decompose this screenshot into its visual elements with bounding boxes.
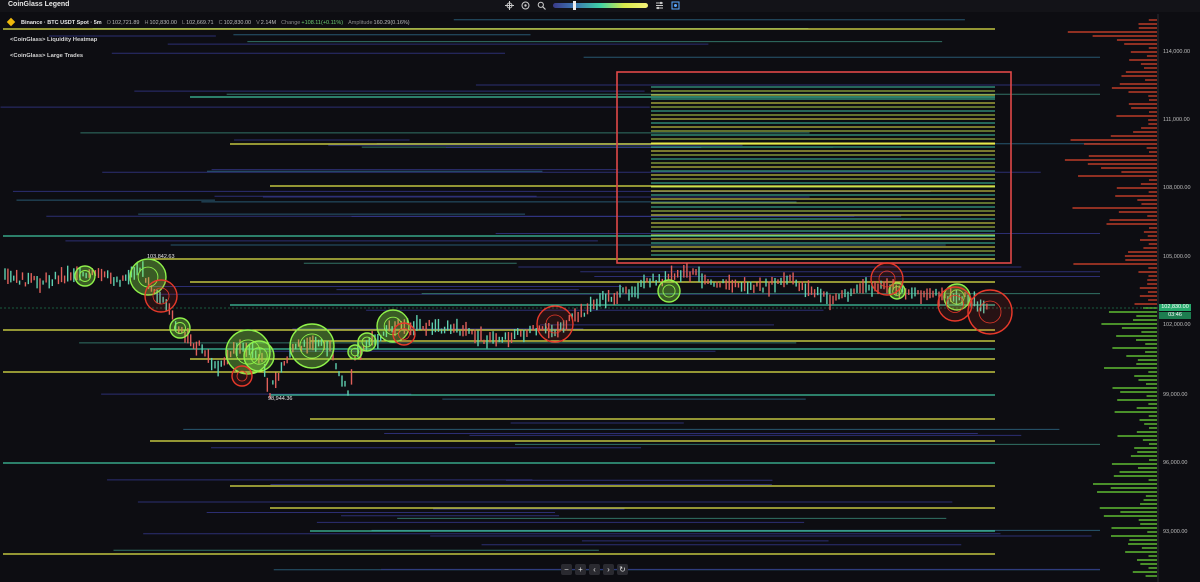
- legend-title: CoinGlass Legend: [8, 1, 70, 8]
- settings-icon[interactable]: [655, 1, 664, 10]
- large-sell-trade-bubble: [870, 262, 904, 296]
- close-value: 102,830.00: [223, 20, 252, 26]
- volume-label: V: [256, 20, 260, 26]
- close-label: C: [218, 20, 223, 26]
- price-axis-label: 108,000.00: [1163, 185, 1191, 191]
- amplitude-value: 160.29(0.16%): [373, 20, 410, 26]
- magnet-icon[interactable]: [521, 1, 530, 10]
- liquidity-heatmap-chart[interactable]: [0, 0, 1200, 582]
- large-sell-trade-bubble: [967, 289, 1013, 335]
- high-label: H: [144, 20, 149, 26]
- symbol-label: Binance · BTC USDT Spot · 5m: [21, 20, 102, 26]
- large-buy-trade-bubble: [243, 340, 275, 372]
- low-label: L: [182, 20, 186, 26]
- price-axis-label: 105,000.00: [1163, 254, 1191, 260]
- gradient-slider-knob[interactable]: [573, 1, 576, 10]
- change-value: +108.11(+0.11%): [301, 20, 344, 26]
- large-sell-trade-bubble: [144, 279, 178, 313]
- high-value: 102,830.00: [149, 20, 177, 26]
- large-buy-trade-bubble: [357, 332, 377, 352]
- large-buy-trade-bubble: [74, 265, 96, 287]
- indicator-liquidity-heatmap[interactable]: <CoinGlass> Liquidity Heatmap: [10, 37, 97, 43]
- large-sell-trade-bubble: [231, 365, 253, 387]
- heatmap-gradient-slider[interactable]: [553, 1, 648, 10]
- price-axis-label: 102,000.00: [1163, 322, 1191, 328]
- volume-value: 2.14M: [260, 20, 277, 26]
- large-buy-trade-bubble: [169, 317, 191, 339]
- price-axis-label: 96,000.00: [1163, 460, 1188, 466]
- large-buy-trade-bubble: [289, 323, 335, 369]
- large-sell-trade-bubble: [937, 286, 973, 322]
- zoom-in-button[interactable]: +: [575, 564, 586, 575]
- indicator-large-trades[interactable]: <CoinGlass> Large Trades: [10, 53, 83, 59]
- open-value: 102,721.89: [111, 20, 140, 26]
- search-icon[interactable]: [537, 1, 546, 10]
- amplitude-label: Amplitude: [348, 20, 373, 26]
- price-axis-label: 114,000.00: [1163, 49, 1191, 55]
- change-label: Change: [281, 20, 301, 26]
- session-high-annotation: 103,842.63: [147, 254, 175, 260]
- price-axis-label: 111,000.00: [1163, 117, 1190, 123]
- reset-chart-button[interactable]: ↻: [617, 564, 628, 575]
- ohlc-bar: Binance · BTC USDT Spot · 5m O102,721.89…: [6, 17, 410, 27]
- price-axis-label: 99,000.00: [1163, 392, 1188, 398]
- scroll-left-button[interactable]: ‹: [589, 564, 600, 575]
- current-price-tag: 102,830.00: [1159, 304, 1191, 311]
- candle-countdown-tag: 03:46: [1159, 312, 1191, 319]
- chart-toolbar: [505, 0, 680, 11]
- open-label: O: [106, 20, 111, 26]
- chart-stage[interactable]: [0, 0, 1200, 582]
- binance-logo-icon: [6, 17, 16, 27]
- low-value: 102,669.71: [186, 20, 214, 26]
- zoom-out-button[interactable]: −: [561, 564, 572, 575]
- large-sell-trade-bubble: [536, 305, 574, 343]
- scroll-right-button[interactable]: ›: [603, 564, 614, 575]
- large-buy-trade-bubble: [657, 279, 681, 303]
- large-sell-trade-bubble: [392, 322, 416, 346]
- price-axis-label: 93,000.00: [1163, 529, 1188, 535]
- session-low-annotation: 98,944.36: [268, 396, 293, 402]
- screenshot-icon[interactable]: [671, 1, 680, 10]
- crosshair-icon[interactable]: [505, 1, 514, 10]
- chart-navigation: − + ‹ › ↻: [561, 564, 628, 575]
